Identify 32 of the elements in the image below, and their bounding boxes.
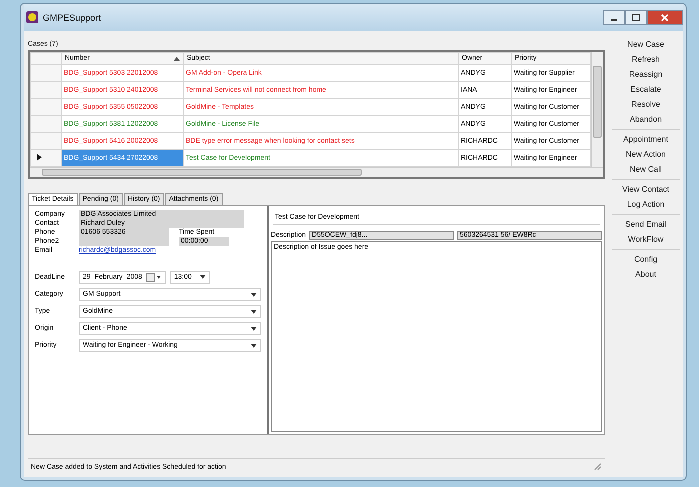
maximize-button[interactable]	[625, 10, 647, 25]
action-link[interactable]: Config	[634, 252, 658, 267]
sort-arrow-icon	[174, 57, 180, 61]
action-link[interactable]: Send Email	[626, 217, 666, 232]
action-link[interactable]: New Call	[630, 162, 662, 177]
resize-grip-icon	[594, 463, 602, 471]
action-link[interactable]: Refresh	[632, 52, 660, 67]
action-link[interactable]: View Contact	[622, 182, 670, 197]
window-title: GMPESupport	[43, 12, 102, 22]
dropdown-arrow-icon	[251, 292, 257, 296]
minimize-button[interactable]	[603, 10, 625, 25]
dropdown-arrow-icon	[251, 326, 257, 330]
vertical-scrollbar[interactable]	[591, 52, 603, 167]
action-link[interactable]: Abandon	[630, 112, 662, 127]
action-link[interactable]: Appointment	[624, 132, 668, 147]
action-link[interactable]: Escalate	[630, 82, 662, 97]
action-link[interactable]: New Case	[628, 37, 664, 52]
close-icon	[661, 14, 669, 22]
dropdown-arrow-icon	[251, 344, 257, 348]
app-icon	[26, 11, 39, 24]
action-link[interactable]: Log Action	[627, 197, 665, 212]
calendar-dropdown-icon	[146, 272, 162, 282]
horizontal-scrollbar[interactable]	[30, 167, 603, 177]
action-link[interactable]: Resolve	[632, 97, 660, 112]
action-link[interactable]: About	[636, 267, 656, 282]
dropdown-arrow-icon	[251, 310, 257, 314]
action-link[interactable]: Reassign	[629, 67, 663, 82]
action-link[interactable]: WorkFlow	[628, 232, 664, 247]
action-link[interactable]: New Action	[626, 147, 666, 162]
maximize-icon	[632, 14, 640, 21]
close-button[interactable]	[647, 10, 683, 25]
dropdown-arrow-icon	[200, 275, 206, 279]
